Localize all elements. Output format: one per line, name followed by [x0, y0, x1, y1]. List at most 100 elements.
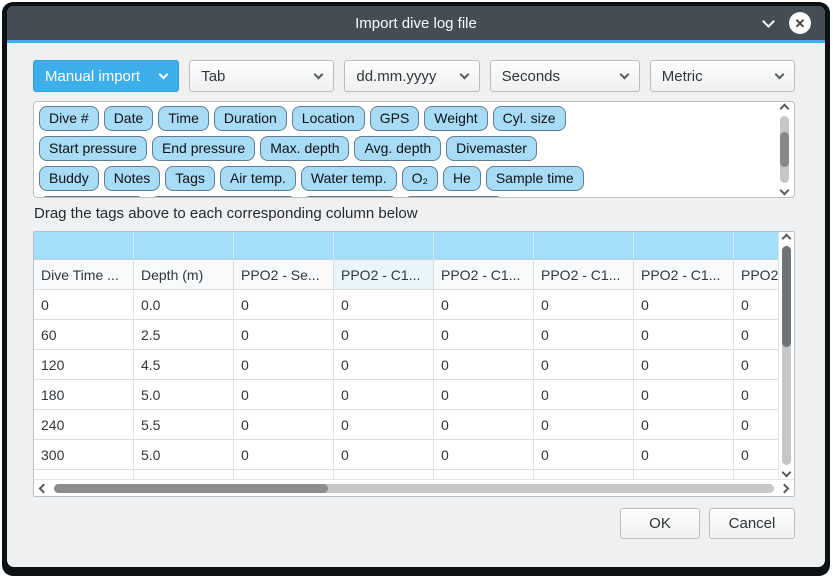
- tag-panel-scrollbar[interactable]: [778, 105, 791, 194]
- tag-row: Start pressureEnd pressureMax. depthAvg.…: [39, 136, 774, 161]
- tag-sample-time[interactable]: Sample time: [486, 166, 584, 191]
- drop-target-cell[interactable]: [134, 232, 234, 260]
- tag-location[interactable]: Location: [292, 106, 365, 131]
- tag-row: BuddyNotesTagsAir temp.Water temp.O₂HeSa…: [39, 166, 774, 191]
- table-cell: 180: [34, 380, 134, 410]
- field-separator-select[interactable]: Tab: [189, 60, 334, 92]
- dialog-footer: OK Cancel: [33, 508, 795, 539]
- table-cell: [534, 470, 634, 479]
- table-content: Dive Time ...Depth (m)PPO2 - Se...PPO2 -…: [34, 232, 778, 479]
- table-cell: 5.0: [134, 380, 234, 410]
- column-header-3[interactable]: PPO2 - Se...: [234, 260, 334, 290]
- scrollbar-thumb[interactable]: [54, 484, 328, 493]
- column-header-5[interactable]: PPO2 - C1...: [434, 260, 534, 290]
- date-format-select[interactable]: dd.mm.yyyy: [344, 60, 479, 92]
- table-cell: 5.5: [134, 410, 234, 440]
- tag-row: Sample depth Sample temperature Sample pO₂…: [39, 196, 774, 198]
- table-cell: 0: [234, 290, 334, 320]
- scroll-right-icon[interactable]: [780, 483, 790, 493]
- table-cell: 0: [234, 380, 334, 410]
- tag-weight[interactable]: Weight: [424, 106, 487, 131]
- units-select[interactable]: Metric: [650, 60, 795, 92]
- table-cell: 0: [234, 350, 334, 380]
- tag-sample-depth[interactable]: Sample depth: [39, 196, 145, 198]
- tag-start-pressure[interactable]: Start pressure: [39, 136, 147, 161]
- drop-target-cell[interactable]: [434, 232, 534, 260]
- tag-max-depth[interactable]: Max. depth: [260, 136, 349, 161]
- tag-date[interactable]: Date: [104, 106, 154, 131]
- table-cell: 0: [334, 380, 434, 410]
- drop-target-cell[interactable]: [634, 232, 734, 260]
- scroll-down-icon[interactable]: [780, 186, 790, 196]
- table-vertical-scrollbar[interactable]: [778, 232, 794, 479]
- ok-button[interactable]: OK: [620, 508, 700, 539]
- table-cell: [234, 470, 334, 479]
- column-header-4[interactable]: PPO2 - C1...: [334, 260, 434, 290]
- table-cell: 0: [34, 290, 134, 320]
- column-header-1[interactable]: Dive Time ...: [34, 260, 134, 290]
- tag-sample-temperature[interactable]: Sample temperature: [150, 196, 297, 198]
- table-cell: [434, 470, 534, 479]
- titlebar[interactable]: Import dive log file ✕: [7, 6, 825, 40]
- tag-tags[interactable]: Tags: [165, 166, 215, 191]
- table-cell: 0: [734, 440, 778, 470]
- tag-sample-cns[interactable]: Sample CNS: [403, 196, 504, 198]
- tag-air-temp[interactable]: Air temp.: [220, 166, 296, 191]
- tag-duration[interactable]: Duration: [214, 106, 287, 131]
- table-cell: 0.0: [134, 290, 234, 320]
- tag-dive[interactable]: Dive #: [39, 106, 99, 131]
- table-cell: 0: [434, 320, 534, 350]
- tag-water-temp[interactable]: Water temp.: [301, 166, 397, 191]
- scrollbar-track[interactable]: [54, 484, 774, 493]
- table-cell: 0: [334, 410, 434, 440]
- titlebar-chevron-down-icon[interactable]: [762, 15, 775, 28]
- import-mode-select[interactable]: Manual import: [33, 60, 179, 92]
- tag-sample-po[interactable]: Sample pO₂: [302, 196, 397, 198]
- scroll-down-icon[interactable]: [782, 468, 792, 478]
- column-header-7[interactable]: PPO2 - C1...: [634, 260, 734, 290]
- drop-target-cell[interactable]: [234, 232, 334, 260]
- table-cell: [34, 470, 134, 479]
- tag-cyl-size[interactable]: Cyl. size: [493, 106, 566, 131]
- column-header-2[interactable]: Depth (m): [134, 260, 234, 290]
- scroll-up-icon[interactable]: [782, 234, 792, 244]
- chevron-down-icon: [619, 70, 629, 80]
- table-cell: 0: [234, 410, 334, 440]
- table-cell: 2.5: [134, 320, 234, 350]
- tag-buddy[interactable]: Buddy: [39, 166, 99, 191]
- tag-avg-depth[interactable]: Avg. depth: [354, 136, 441, 161]
- drop-target-cell[interactable]: [34, 232, 134, 260]
- table-cell: [134, 470, 234, 479]
- chevron-down-icon: [314, 70, 324, 80]
- tag-end-pressure[interactable]: End pressure: [152, 136, 255, 161]
- scroll-up-icon[interactable]: [780, 104, 790, 114]
- table-horizontal-scrollbar[interactable]: [34, 479, 794, 496]
- scrollbar-track[interactable]: [782, 246, 791, 465]
- tag-notes[interactable]: Notes: [104, 166, 161, 191]
- scroll-left-icon[interactable]: [39, 483, 49, 493]
- table-cell: 0: [534, 410, 634, 440]
- tag-he[interactable]: He: [443, 166, 481, 191]
- import-options-row: Manual import Tab dd.mm.yyyy Seconds: [33, 60, 795, 92]
- scrollbar-thumb[interactable]: [780, 132, 789, 167]
- tag-divemaster[interactable]: Divemaster: [446, 136, 537, 161]
- close-icon[interactable]: ✕: [789, 12, 811, 34]
- table-cell: 0: [534, 320, 634, 350]
- column-header-8[interactable]: PPO2: [734, 260, 778, 290]
- window-title: Import dive log file: [7, 15, 825, 32]
- table-cell: 0: [634, 320, 734, 350]
- duration-format-select[interactable]: Seconds: [490, 60, 640, 92]
- table-row: 2405.5000000: [34, 410, 778, 440]
- table-cell: 0: [334, 290, 434, 320]
- tag-time[interactable]: Time: [158, 106, 209, 131]
- column-header-6[interactable]: PPO2 - C1...: [534, 260, 634, 290]
- table-cell: 0: [434, 290, 534, 320]
- scrollbar-thumb[interactable]: [782, 246, 791, 347]
- scrollbar-track[interactable]: [780, 116, 789, 183]
- drop-target-cell[interactable]: [534, 232, 634, 260]
- drop-target-cell[interactable]: [734, 232, 778, 260]
- drop-target-cell[interactable]: [334, 232, 434, 260]
- cancel-button[interactable]: Cancel: [709, 508, 795, 539]
- tag-o[interactable]: O₂: [402, 166, 438, 191]
- tag-gps[interactable]: GPS: [370, 106, 420, 131]
